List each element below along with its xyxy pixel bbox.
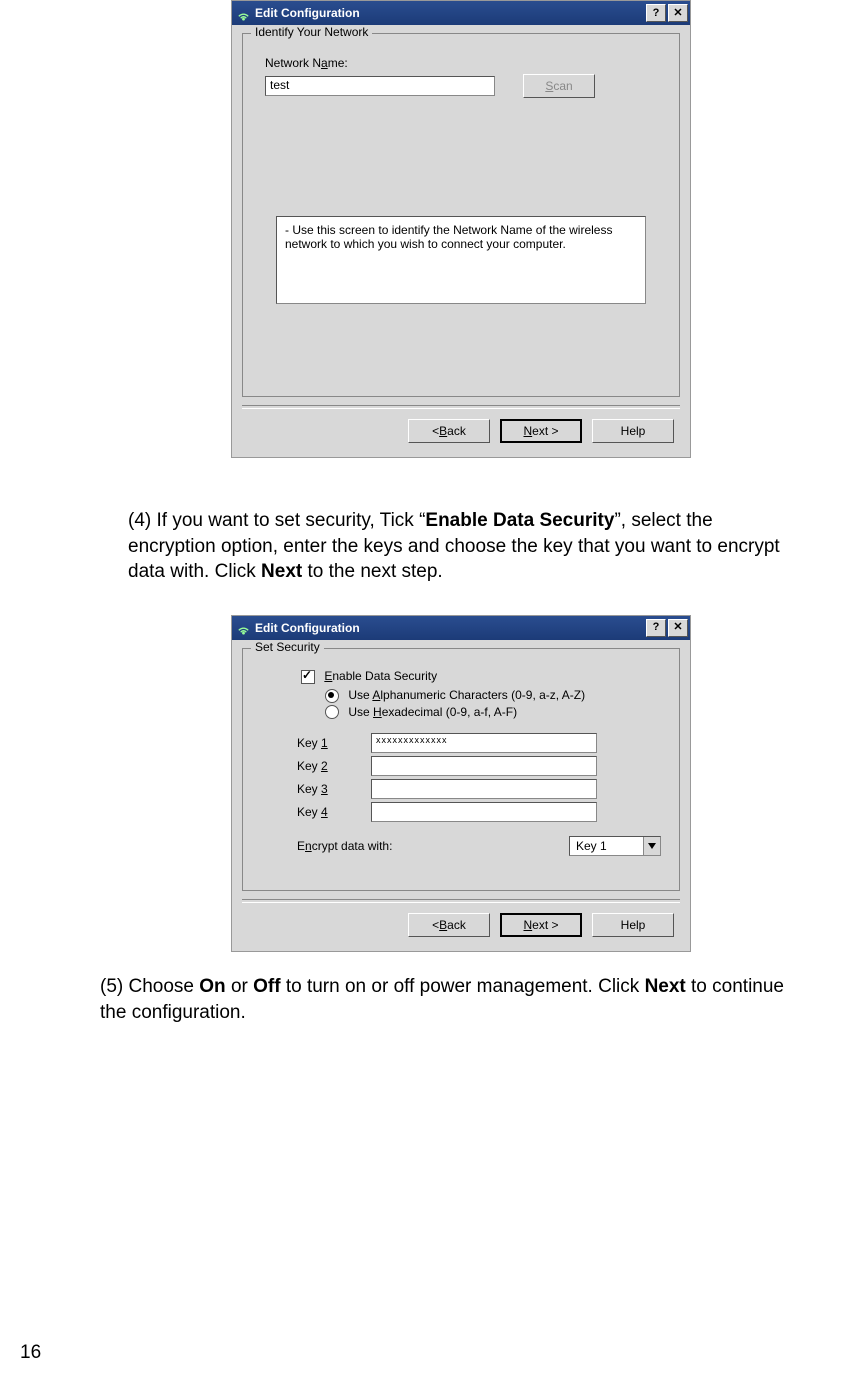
help-button[interactable]: ? xyxy=(646,4,666,22)
key2-label: Key 2 xyxy=(297,759,341,773)
enable-data-security-checkbox[interactable] xyxy=(301,670,315,684)
use-hexadecimal-label: Use Hexadecimal (0-9, a-f, A-F) xyxy=(348,705,517,719)
instruction-step-5: (5) Choose On or Off to turn on or off p… xyxy=(100,974,794,1025)
page-number: 16 xyxy=(20,1342,41,1364)
dialog-client: Set Security Enable Data Security Use Al… xyxy=(232,640,690,951)
wireless-icon xyxy=(236,620,251,635)
group-legend: Identify Your Network xyxy=(251,25,372,39)
window-title: Edit Configuration xyxy=(255,621,644,635)
wireless-icon xyxy=(236,6,251,21)
help-button[interactable]: ? xyxy=(646,619,666,637)
enable-data-security-label: Enable Data Security xyxy=(324,669,437,683)
group-legend: Set Security xyxy=(251,640,324,654)
key2-field[interactable] xyxy=(371,756,597,776)
encrypt-data-with-label: Encrypt data with: xyxy=(297,839,392,853)
help-button[interactable]: Help xyxy=(592,913,674,937)
use-alphanumeric-radio[interactable] xyxy=(325,689,339,703)
group-set-security: Set Security Enable Data Security Use Al… xyxy=(242,648,680,891)
help-button[interactable]: Help xyxy=(592,419,674,443)
next-button[interactable]: Next > xyxy=(500,419,582,443)
key1-field[interactable]: xxxxxxxxxxxxx xyxy=(371,733,597,753)
close-button[interactable]: ✕ xyxy=(668,619,688,637)
scan-button[interactable]: Scan xyxy=(523,74,595,98)
use-alphanumeric-label: Use Alphanumeric Characters (0-9, a-z, A… xyxy=(348,688,585,702)
next-button[interactable]: Next > xyxy=(500,913,582,937)
window-title: Edit Configuration xyxy=(255,6,644,20)
group-identify-network: Identify Your Network Network Name: test… xyxy=(242,33,680,397)
dialog-edit-configuration-2: Edit Configuration ? ✕ Set Security Enab… xyxy=(231,615,691,952)
dialog-edit-configuration-1: Edit Configuration ? ✕ Identify Your Net… xyxy=(231,0,691,458)
key3-field[interactable] xyxy=(371,779,597,799)
titlebar: Edit Configuration ? ✕ xyxy=(232,1,690,25)
key1-label: Key 1 xyxy=(297,736,341,750)
titlebar: Edit Configuration ? ✕ xyxy=(232,616,690,640)
close-button[interactable]: ✕ xyxy=(668,4,688,22)
back-button[interactable]: < Back xyxy=(408,419,490,443)
separator xyxy=(242,405,680,409)
help-text-box: - Use this screen to identify the Networ… xyxy=(276,216,646,304)
network-name-field[interactable]: test xyxy=(265,76,495,96)
use-hexadecimal-radio[interactable] xyxy=(325,705,339,719)
network-name-label: Network Name: xyxy=(265,56,348,70)
encrypt-key-dropdown[interactable]: Key 1 xyxy=(569,836,661,856)
key4-field[interactable] xyxy=(371,802,597,822)
chevron-down-icon xyxy=(643,837,660,855)
separator xyxy=(242,899,680,903)
instruction-step-4: (4) If you want to set security, Tick “E… xyxy=(128,508,794,585)
dialog-client: Identify Your Network Network Name: test… xyxy=(232,25,690,457)
key3-label: Key 3 xyxy=(297,782,341,796)
back-button[interactable]: < Back xyxy=(408,913,490,937)
key4-label: Key 4 xyxy=(297,805,341,819)
